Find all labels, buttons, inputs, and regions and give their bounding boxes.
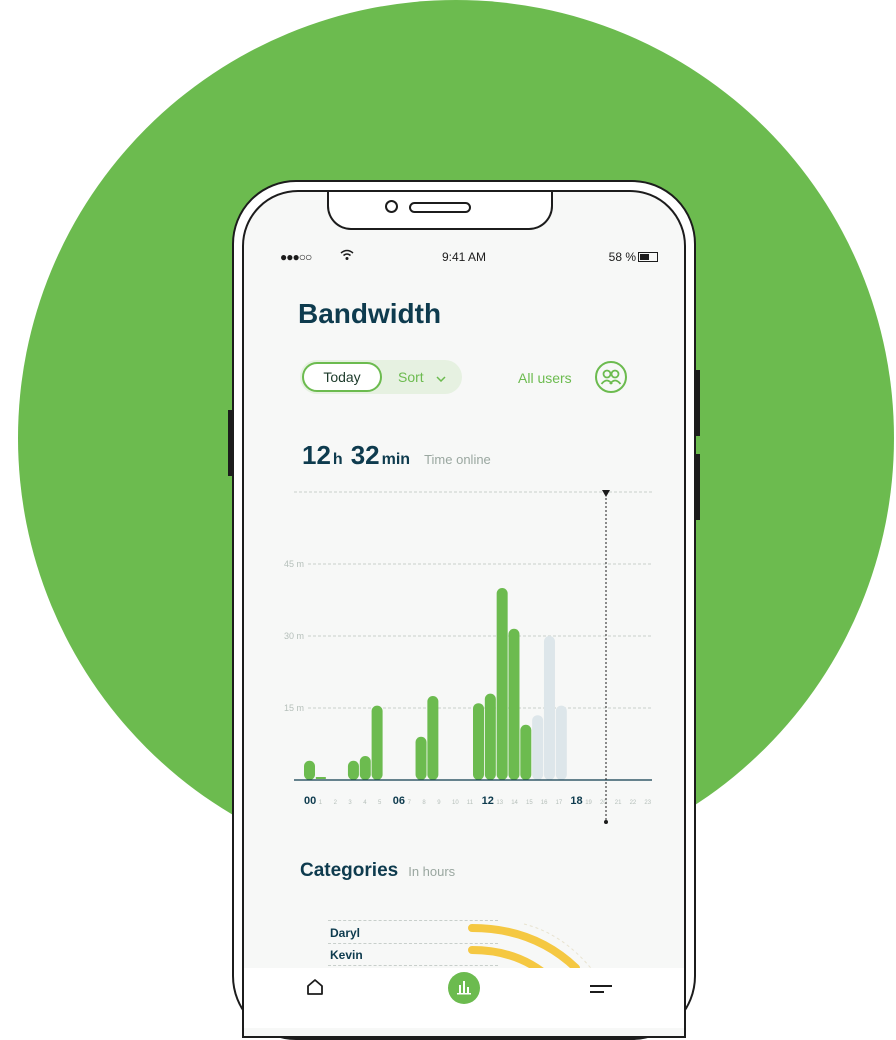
chart-bar (520, 724, 532, 780)
x-tick-label: 00 (304, 795, 316, 807)
x-tick-label: 15 (526, 800, 533, 806)
x-tick-label: 21 (615, 800, 622, 806)
side-button-right-bottom (696, 454, 700, 520)
x-tick-label: 5 (378, 800, 382, 806)
categories-subtitle: In hours (408, 864, 456, 879)
chart-bar (427, 696, 439, 780)
x-tick-label: 18 (570, 795, 582, 807)
filter-segment: Today Sort (300, 360, 462, 394)
chart-bar (304, 760, 315, 780)
sort-label: Sort (398, 369, 424, 385)
chart-bar (473, 703, 484, 780)
notch (327, 192, 553, 230)
bandwidth-chart: 45 m30 m15 m00 1 2 3 4 5 06 7 8 9 10 11 12 13 14 15 16 17… (284, 490, 652, 824)
camera-icon (385, 200, 398, 213)
hours-unit: h (332, 451, 343, 468)
chart-bar (496, 588, 508, 780)
x-tick-label: 22 (630, 800, 637, 806)
y-tick-label: 45 m (284, 559, 304, 569)
home-icon[interactable] (306, 978, 324, 1001)
category-divider (328, 920, 498, 921)
battery-percent: 58 % (608, 250, 636, 264)
x-tick-label: 7 (408, 800, 412, 806)
minutes-value: 32 (350, 440, 380, 470)
chart-bar (371, 705, 383, 780)
categories-title: Categories In hours (300, 860, 455, 882)
x-tick-label: 3 (348, 800, 352, 806)
marker-triangle-icon (602, 490, 610, 497)
x-tick-label: 2 (334, 800, 338, 806)
x-tick-label: 06 (393, 795, 405, 807)
chart-bar (532, 715, 544, 780)
all-users-link[interactable]: All users (518, 370, 572, 386)
chevron-down-icon (436, 360, 446, 394)
side-button-left (228, 410, 232, 476)
x-tick-label: 10 (452, 800, 459, 806)
marker-dot (604, 820, 608, 824)
x-tick-label: 19 (585, 800, 592, 806)
chart-bar (543, 636, 555, 780)
users-icon[interactable] (594, 360, 628, 394)
x-tick-label: 23 (644, 800, 651, 806)
x-tick-label: 13 (496, 800, 503, 806)
category-item[interactable]: Kevin (330, 948, 363, 962)
battery-icon (638, 252, 658, 262)
x-tick-label: 12 (482, 795, 494, 807)
category-item[interactable]: Daryl (330, 926, 360, 940)
chart-bar (347, 760, 359, 780)
bar-chart-icon (457, 981, 471, 995)
today-button[interactable]: Today (302, 362, 382, 392)
y-tick-label: 15 m (284, 703, 304, 713)
side-button-right-top (696, 370, 700, 436)
x-tick-label: 16 (541, 800, 548, 806)
speaker-icon (409, 202, 471, 213)
time-online-label: Time online (424, 452, 491, 467)
status-bar: ●●●○○ 9:41 AM 58 % (244, 249, 684, 266)
x-tick-label: 17 (556, 800, 563, 806)
hours-value: 12 (302, 440, 331, 470)
chart-bar (484, 693, 496, 780)
x-tick-label: 14 (511, 800, 518, 806)
chart-bar (359, 756, 371, 780)
chart-bar (415, 736, 427, 780)
stats-tab[interactable] (448, 972, 480, 1004)
x-tick-label: 11 (467, 800, 474, 806)
chart-bar (508, 628, 520, 780)
page-title: Bandwidth (298, 298, 442, 329)
tab-bar (244, 968, 684, 1028)
x-tick-label: 8 (422, 800, 426, 806)
minutes-unit: min (381, 451, 411, 468)
chart-bar (315, 777, 326, 779)
phone-frame: ●●●○○ 9:41 AM 58 % Bandwidth Today Sort … (228, 180, 700, 1040)
x-tick-label: 4 (363, 800, 367, 806)
battery-indicator: 58 % (609, 250, 658, 264)
chart-bar (555, 705, 567, 780)
sort-dropdown[interactable]: Sort (398, 360, 446, 394)
time-online-summary: 12 h 32 min Time online (302, 440, 491, 471)
y-tick-label: 30 m (284, 631, 304, 641)
categories-heading: Categories (300, 860, 399, 881)
phone-screen: ●●●○○ 9:41 AM 58 % Bandwidth Today Sort … (242, 190, 686, 1038)
x-tick-label: 9 (437, 800, 441, 806)
x-tick-label: 1 (319, 800, 323, 806)
menu-icon[interactable] (590, 982, 612, 1000)
